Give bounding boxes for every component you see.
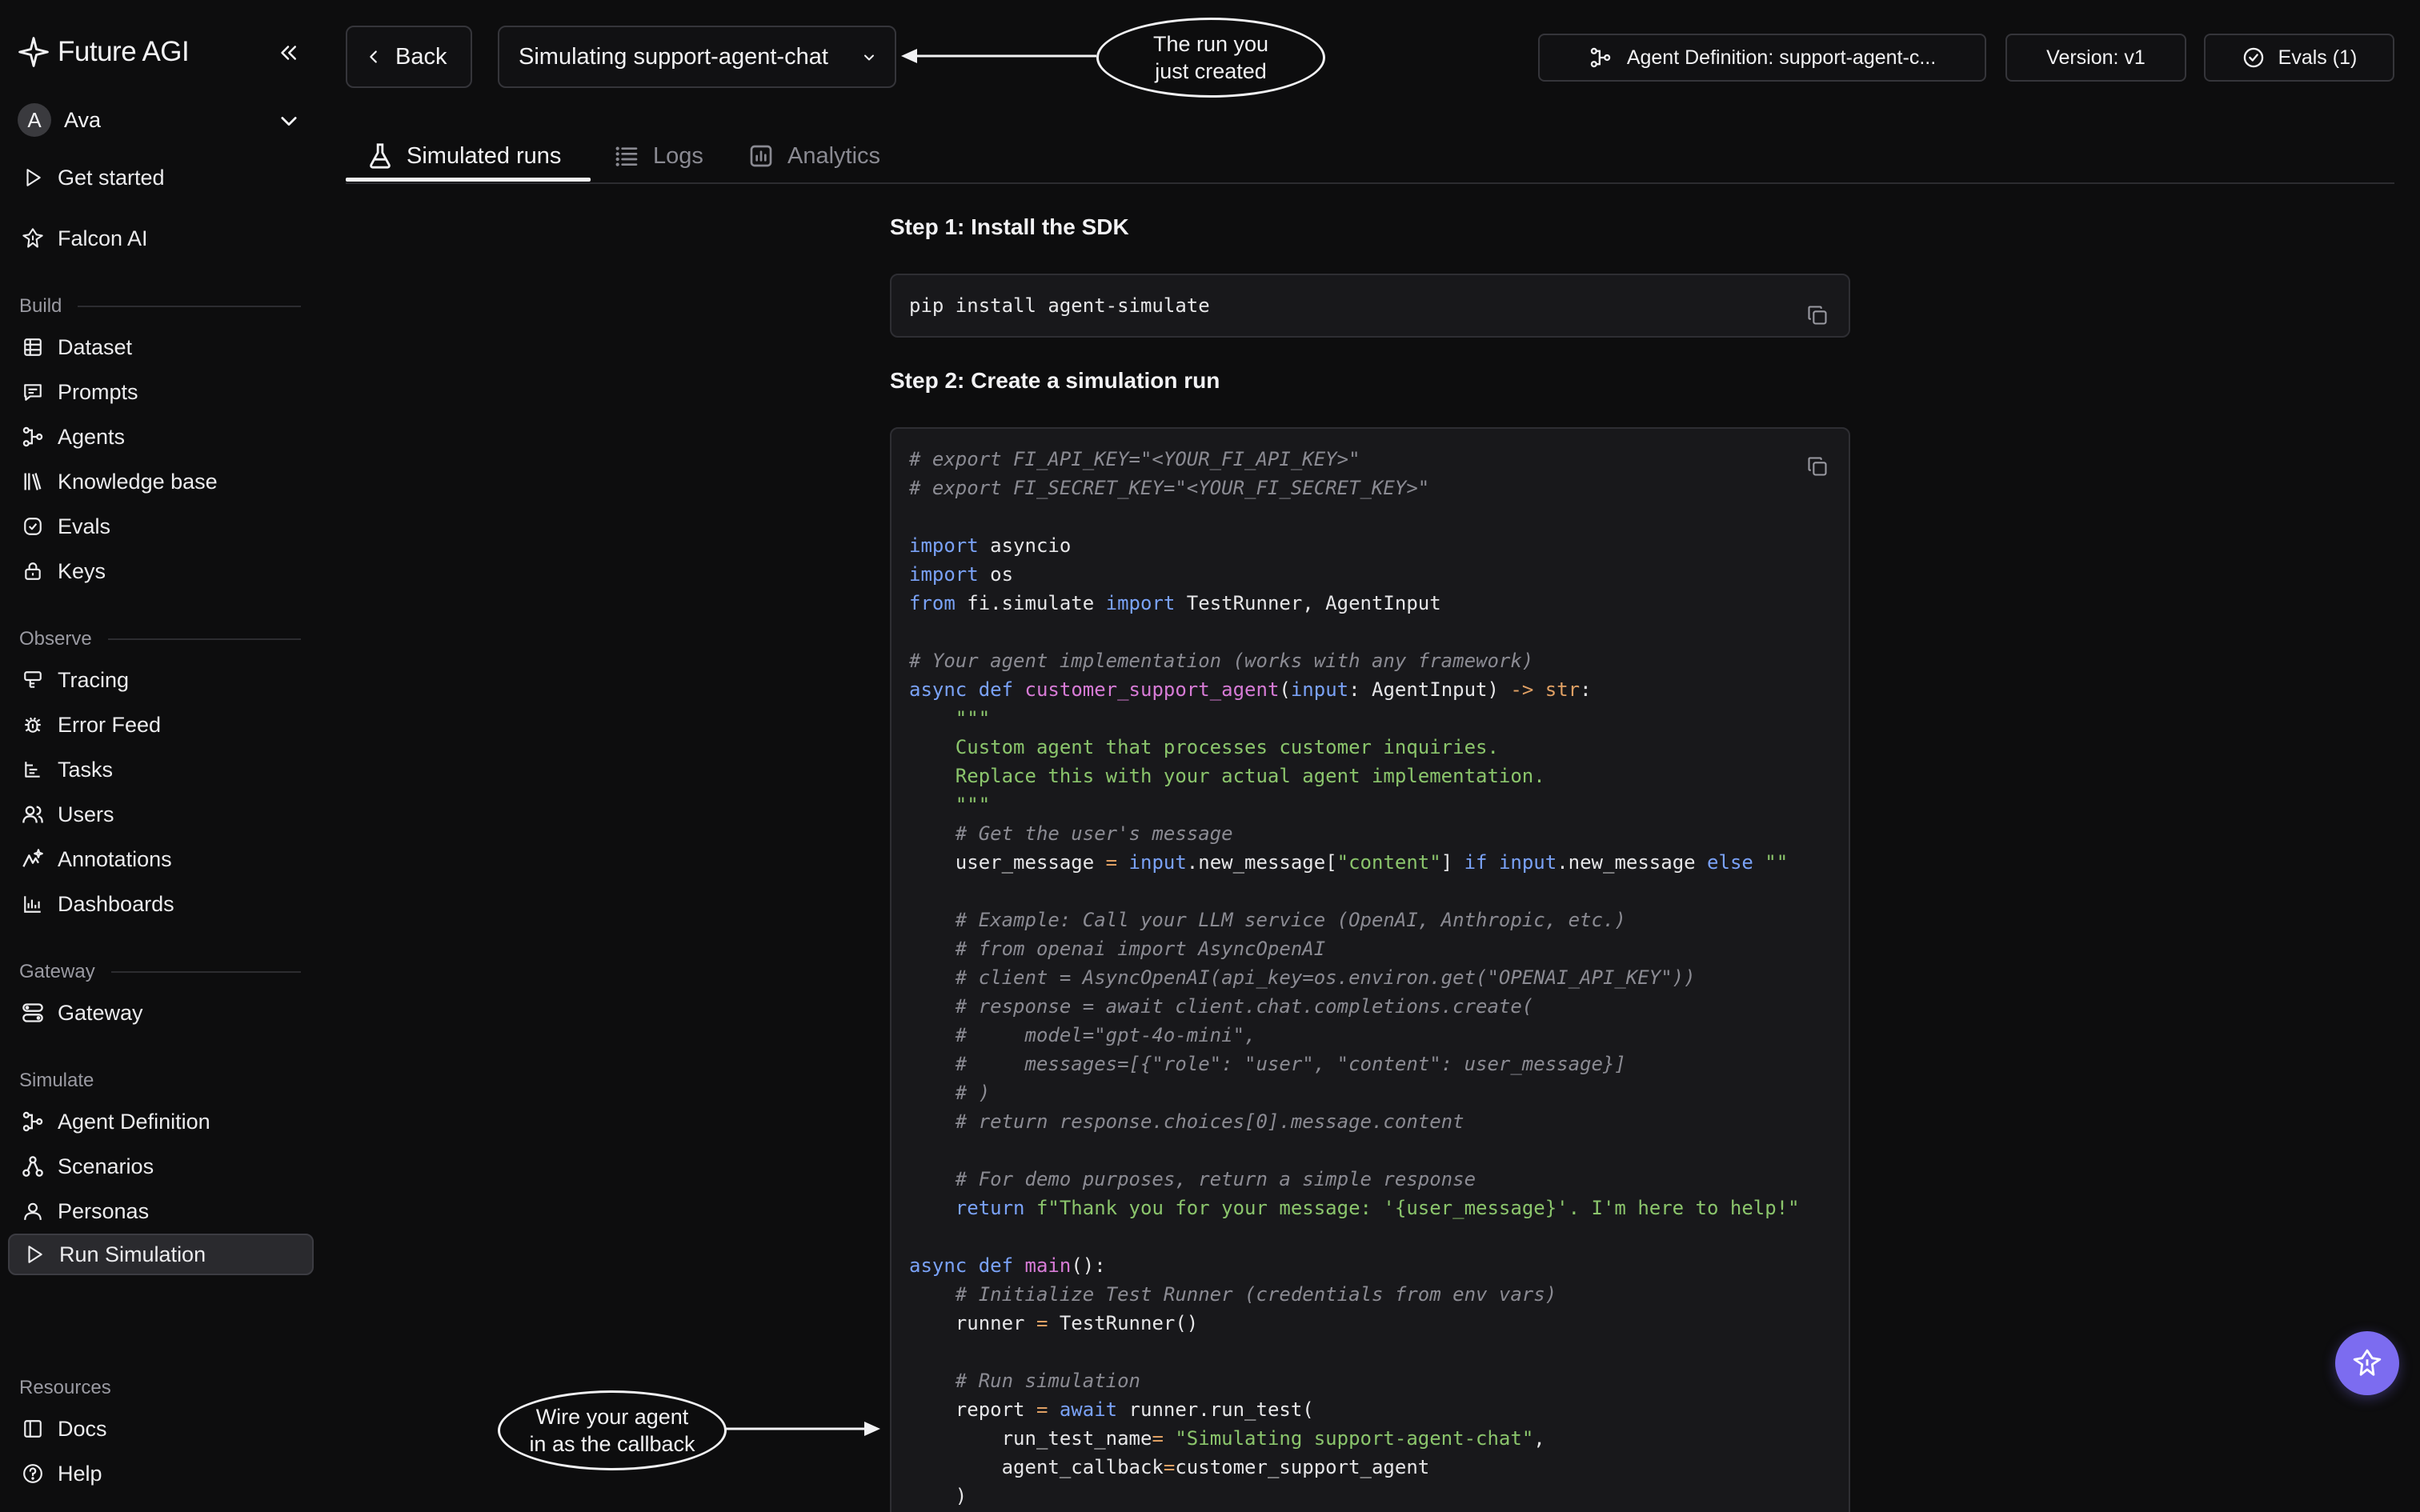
tasks-icon xyxy=(19,756,46,783)
bug-icon xyxy=(19,711,46,738)
sidebar-item-keys[interactable]: Keys xyxy=(8,550,314,592)
sidebar-item-dataset[interactable]: Dataset xyxy=(8,326,314,368)
users-icon xyxy=(19,801,46,828)
section-build: Build xyxy=(19,294,301,318)
evals-button[interactable]: Evals (1) xyxy=(2204,34,2394,82)
agent-definition-button[interactable]: Agent Definition: support-agent-c... xyxy=(1538,34,1986,82)
sidebar-item-evals[interactable]: Evals xyxy=(8,506,314,547)
sidebar-item-agents[interactable]: Agents xyxy=(8,416,314,458)
sidebar-item-prompts[interactable]: Prompts xyxy=(8,371,314,413)
back-button[interactable]: Back xyxy=(346,26,472,88)
section-simulate: Simulate xyxy=(19,1070,94,1091)
sidebar-item-agent-definition[interactable]: Agent Definition xyxy=(8,1101,314,1142)
section-gateway: Gateway xyxy=(19,960,301,984)
agents-icon xyxy=(19,1108,46,1135)
bar-chart-icon xyxy=(19,890,46,918)
lock-icon xyxy=(19,558,46,585)
annotation-wire-agent: Wire your agent in as the callback xyxy=(498,1390,727,1470)
sidebar-item-personas[interactable]: Personas xyxy=(8,1190,314,1232)
chevron-left-icon xyxy=(365,48,383,66)
copy-icon[interactable] xyxy=(1804,302,1831,329)
flask-icon xyxy=(365,141,395,171)
table-icon xyxy=(19,334,46,361)
sidebar-item-annotations[interactable]: Annotations xyxy=(8,838,314,880)
step2-title: Step 2: Create a simulation run xyxy=(890,368,1220,393)
copy-icon[interactable] xyxy=(1804,453,1831,480)
sidebar-item-dashboards[interactable]: Dashboards xyxy=(8,883,314,925)
chevron-down-icon[interactable] xyxy=(275,107,302,134)
tabs-divider xyxy=(346,182,2394,184)
chart-box-icon xyxy=(746,141,776,171)
sidebar-item-users[interactable]: Users xyxy=(8,794,314,835)
play-icon xyxy=(19,164,46,191)
tab-analytics[interactable]: Analytics xyxy=(746,128,880,184)
section-observe: Observe xyxy=(19,627,301,651)
sidebar-item-get-started[interactable]: Get started xyxy=(8,157,314,198)
play-icon xyxy=(21,1241,48,1268)
falcon-ai-fab-button[interactable] xyxy=(2335,1331,2399,1395)
tab-simulated-runs[interactable]: Simulated runs xyxy=(365,128,561,184)
brand-name: Future AGI xyxy=(58,36,190,67)
sidebar-item-run-simulation[interactable]: Run Simulation xyxy=(8,1234,314,1275)
user-name: Ava xyxy=(64,107,102,132)
chevron-down-icon xyxy=(858,46,880,69)
sidebar-item-falcon-ai[interactable]: Falcon AI xyxy=(8,218,314,259)
active-tab-indicator xyxy=(346,178,591,182)
agents-icon xyxy=(19,423,46,450)
avatar: A xyxy=(18,103,51,137)
user-switcher[interactable]: A Ava xyxy=(18,102,302,138)
sidebar-item-knowledge-base[interactable]: Knowledge base xyxy=(8,461,314,502)
run-selector-dropdown[interactable]: Simulating support-agent-chat xyxy=(498,26,896,88)
sidebar-item-error-feed[interactable]: Error Feed xyxy=(8,704,314,746)
help-icon xyxy=(19,1460,46,1487)
version-button[interactable]: Version: v1 xyxy=(2005,34,2186,82)
simulation-code: # export FI_API_KEY="<YOUR_FI_API_KEY>" … xyxy=(909,448,1800,1507)
collapse-sidebar-icon[interactable] xyxy=(274,38,302,67)
scenarios-icon xyxy=(19,1153,46,1180)
user-icon xyxy=(19,1198,46,1225)
install-command: pip install agent-simulate xyxy=(909,294,1210,317)
sidebar-item-tasks[interactable]: Tasks xyxy=(8,749,314,790)
sidebar-item-docs[interactable]: Docs xyxy=(8,1408,314,1450)
section-resources: Resources xyxy=(19,1377,111,1398)
check-badge-icon xyxy=(19,513,46,540)
tab-logs[interactable]: Logs xyxy=(611,128,703,184)
docs-icon xyxy=(19,1415,46,1442)
falcon-icon xyxy=(2352,1348,2382,1378)
brand-logo[interactable]: Future AGI xyxy=(18,32,302,72)
step1-title: Step 1: Install the SDK xyxy=(890,214,1129,239)
sidebar-item-help[interactable]: Help xyxy=(8,1453,314,1494)
run-selector-value: Simulating support-agent-chat xyxy=(519,43,828,70)
sidebar-item-scenarios[interactable]: Scenarios xyxy=(8,1146,314,1187)
sidebar-item-tracing[interactable]: Tracing xyxy=(8,659,314,701)
future-agi-logo-icon xyxy=(18,36,50,68)
sidebar: Future AGI A Ava Get started Falcon AI B… xyxy=(0,0,320,1512)
agents-icon xyxy=(1589,46,1613,70)
annotation-run-created: The run you just created xyxy=(1096,18,1325,98)
sidebar-item-gateway[interactable]: Gateway xyxy=(8,992,314,1034)
annotations-icon xyxy=(19,846,46,873)
falcon-icon xyxy=(19,225,46,252)
list-icon xyxy=(611,141,642,171)
tracing-icon xyxy=(19,666,46,694)
gateway-icon xyxy=(19,999,46,1026)
library-icon xyxy=(19,468,46,495)
simulation-code-block: # export FI_API_KEY="<YOUR_FI_API_KEY>" … xyxy=(890,427,1850,1512)
check-circle-icon xyxy=(2242,46,2266,70)
install-code-block: pip install agent-simulate xyxy=(890,274,1850,338)
chat-lines-icon xyxy=(19,378,46,406)
